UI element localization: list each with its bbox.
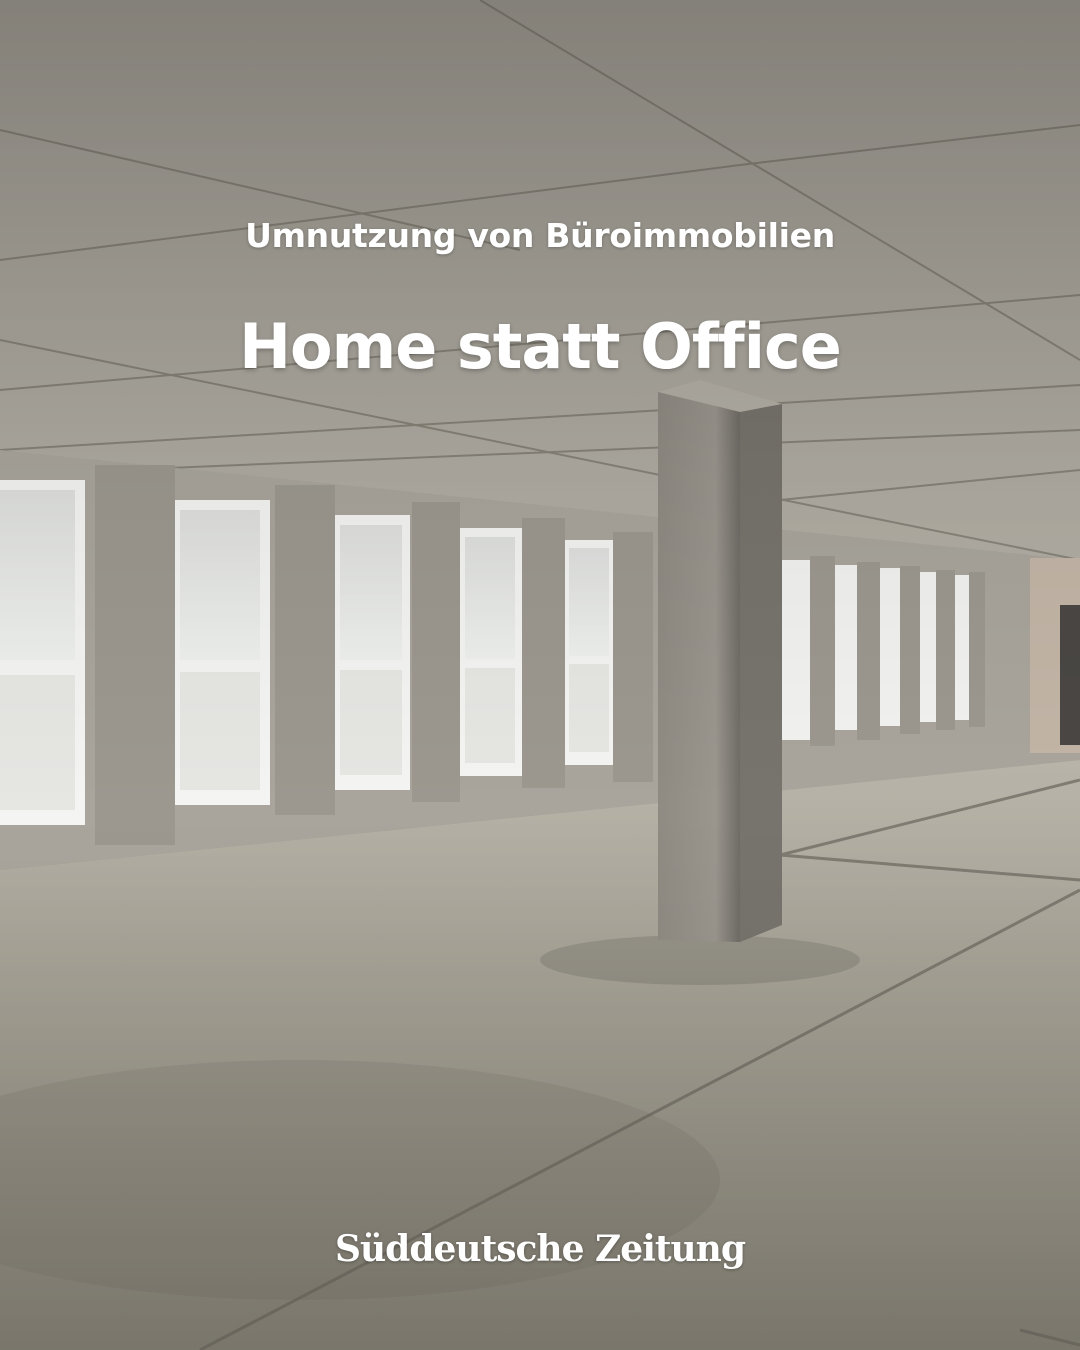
headline: Home statt Office bbox=[239, 310, 842, 383]
office-photo bbox=[0, 0, 1080, 1350]
concrete-column bbox=[658, 380, 782, 942]
brand-logo: Süddeutsche Zeitung bbox=[334, 1228, 746, 1270]
kicker-text: Umnutzung von Büroimmobilien bbox=[245, 216, 835, 255]
post-card: Umnutzung von Büroimmobilien Home statt … bbox=[0, 0, 1080, 1350]
